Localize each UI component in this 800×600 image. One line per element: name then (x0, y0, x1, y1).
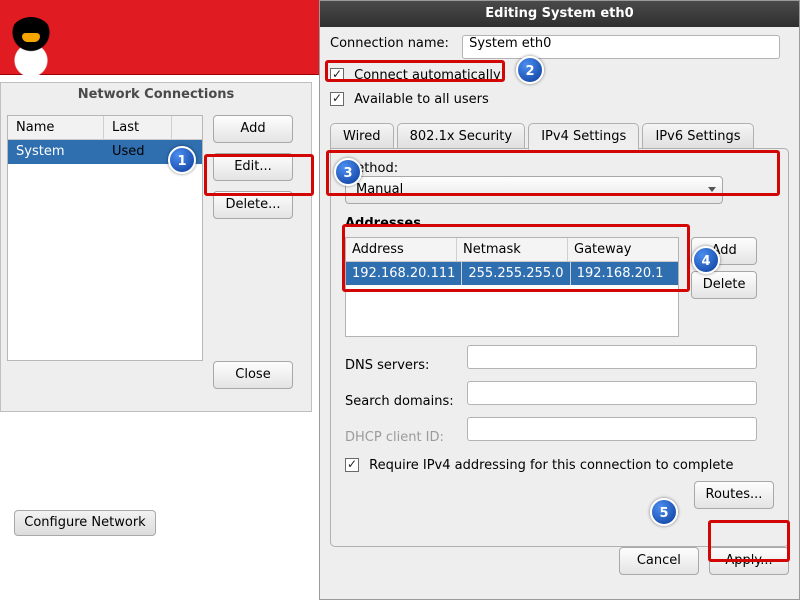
addresses-table-wrap: Address Netmask Gateway 192.168.20.111 2… (345, 237, 774, 337)
connection-row[interactable]: System eth0 never (8, 140, 202, 164)
routes-button-row: Routes... (345, 481, 774, 519)
connection-name-label: Connection name: (330, 36, 458, 51)
dns-row: DNS servers: (345, 345, 774, 373)
connect-automatically-row[interactable]: Connect automatically (330, 65, 789, 83)
cancel-button[interactable]: Cancel (619, 547, 699, 575)
dns-input[interactable] (467, 345, 757, 369)
tab-8021x[interactable]: 802.1x Security (397, 123, 525, 149)
dhcp-client-id-label: DHCP client ID: (345, 430, 463, 445)
dialog-title: Editing System eth0 (320, 1, 799, 27)
settings-tabs: Wired 802.1x Security IPv4 Settings IPv6… (330, 123, 789, 150)
available-all-users-checkbox[interactable] (330, 92, 344, 106)
edit-connection-button[interactable]: Edit... (213, 153, 293, 181)
connection-name-row: Connection name: System eth0 (330, 35, 789, 59)
connection-name-cell: System eth0 (8, 140, 104, 188)
add-connection-button[interactable]: Add (213, 115, 293, 143)
dialog-body: Connection name: System eth0 Connect aut… (330, 35, 789, 591)
tab-ipv4[interactable]: IPv4 Settings (528, 123, 639, 150)
penguin-icon (8, 17, 54, 79)
require-ipv4-label: Require IPv4 addressing for this connect… (369, 458, 733, 473)
apply-button[interactable]: Apply... (709, 547, 789, 575)
addresses-table-header: Address Netmask Gateway (346, 238, 678, 262)
method-label: Method: (345, 161, 401, 176)
configure-network-button[interactable]: Configure Network (14, 510, 156, 536)
dhcp-client-id-row: DHCP client ID: (345, 417, 774, 445)
method-row: Method: Manual (345, 161, 774, 204)
addresses-table[interactable]: Address Netmask Gateway 192.168.20.111 2… (345, 237, 679, 337)
network-connections-title: Network Connections (1, 83, 311, 107)
close-button[interactable]: Close (213, 361, 293, 389)
ipv4-tab-page: Method: Manual Addresses Address Netmask… (330, 148, 789, 547)
addresses-section: Addresses Address Netmask Gateway 192.16… (345, 216, 774, 337)
tab-wired[interactable]: Wired (330, 123, 394, 149)
connection-list-header: Name Last Used (8, 116, 202, 140)
close-button-wrap: Close (213, 361, 303, 399)
network-connections-body: Name Last Used System eth0 never Add Edi… (7, 115, 305, 403)
addresses-buttons: Add Delete (691, 237, 757, 305)
delete-connection-button[interactable]: Delete... (213, 191, 293, 219)
addr-header-netmask[interactable]: Netmask (457, 238, 568, 261)
search-domains-row: Search domains: (345, 381, 774, 409)
addr-header-address[interactable]: Address (346, 238, 457, 261)
available-all-users-label: Available to all users (354, 92, 489, 107)
method-combobox[interactable]: Manual (345, 176, 723, 204)
available-all-users-row[interactable]: Available to all users (330, 89, 789, 107)
address-row[interactable]: 192.168.20.111 255.255.255.0 192.168.20.… (346, 262, 678, 285)
network-connections-window: Network Connections Name Last Used Syste… (0, 82, 312, 412)
address-delete-button[interactable]: Delete (691, 271, 757, 299)
search-domains-label: Search domains: (345, 394, 463, 409)
connection-buttons: Add Edit... Delete... (213, 115, 303, 229)
routes-button[interactable]: Routes... (694, 481, 774, 509)
tab-ipv6[interactable]: IPv6 Settings (642, 123, 753, 149)
connection-name-input[interactable]: System eth0 (462, 35, 780, 59)
connect-automatically-checkbox[interactable] (330, 68, 344, 82)
dhcp-client-id-input (467, 417, 757, 441)
address-cell[interactable]: 192.168.20.111 (346, 262, 462, 285)
installer-banner (0, 0, 319, 75)
col-lastused-header[interactable]: Last Used (104, 116, 172, 140)
dialog-buttons: Cancel Apply... (613, 547, 789, 585)
connection-list[interactable]: Name Last Used System eth0 never (7, 115, 203, 361)
require-ipv4-checkbox[interactable] (345, 458, 359, 472)
gateway-cell[interactable]: 192.168.20.1 (571, 262, 678, 285)
address-add-button[interactable]: Add (691, 237, 757, 265)
search-domains-input[interactable] (467, 381, 757, 405)
dns-label: DNS servers: (345, 358, 463, 373)
addr-header-gateway[interactable]: Gateway (568, 238, 678, 261)
netmask-cell[interactable]: 255.255.255.0 (462, 262, 570, 285)
col-name-header[interactable]: Name (8, 116, 104, 140)
addresses-label: Addresses (345, 216, 774, 231)
edit-connection-dialog: Editing System eth0 Connection name: Sys… (319, 0, 800, 600)
connect-automatically-label: Connect automatically (354, 68, 501, 83)
connection-lastused-cell: never (108, 164, 168, 188)
require-ipv4-row[interactable]: Require IPv4 addressing for this connect… (345, 455, 774, 473)
